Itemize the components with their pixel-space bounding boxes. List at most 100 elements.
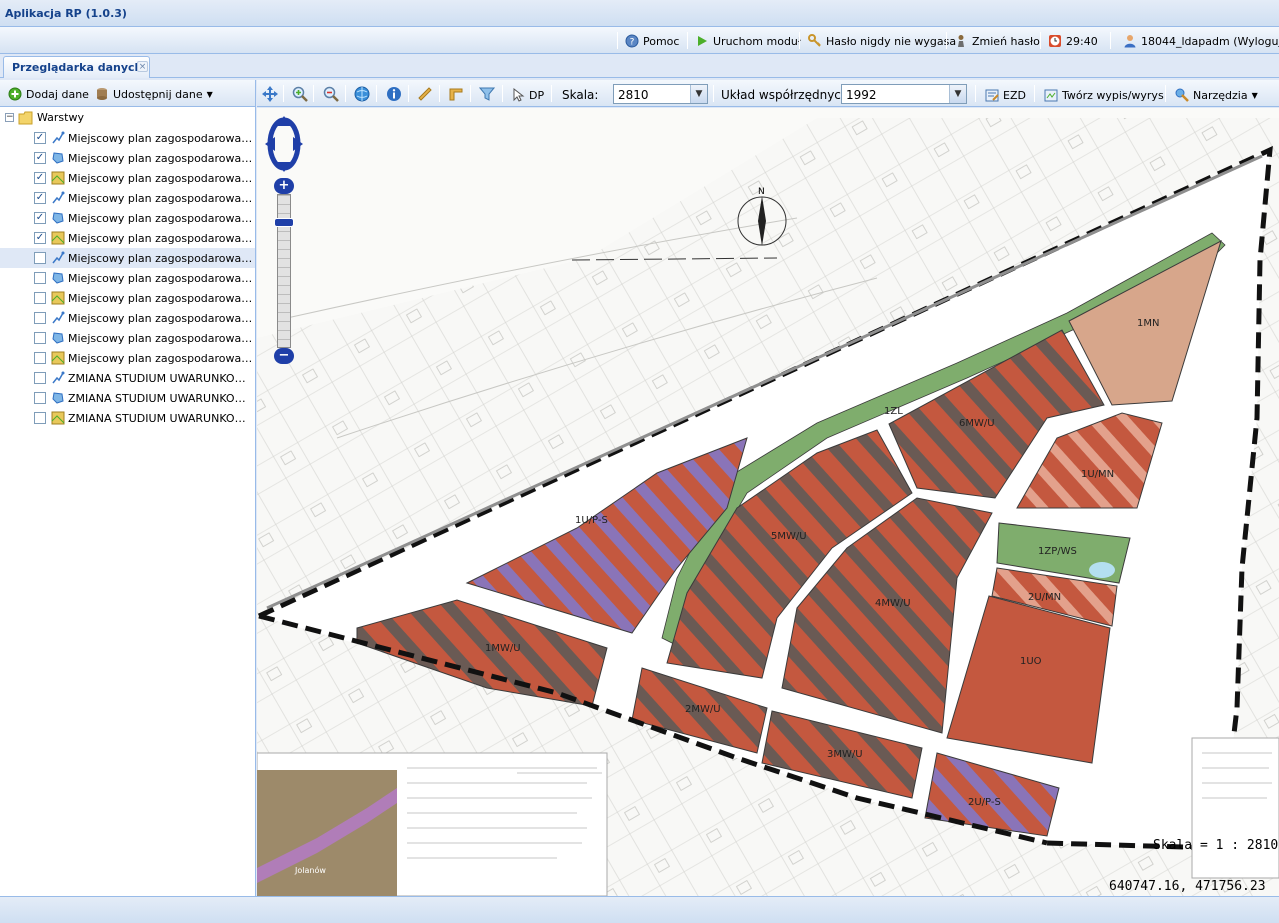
user-logout-button[interactable]: 18044_ldapadm (Wyloguj) bbox=[1123, 33, 1279, 49]
zoom-in-icon bbox=[292, 86, 308, 102]
line-icon bbox=[51, 311, 65, 325]
coordinates-readout: 640747.16, 471756.23 bbox=[1109, 879, 1266, 894]
polygon-icon bbox=[51, 391, 65, 405]
help-button[interactable]: ? Pomoc bbox=[625, 33, 679, 49]
layer-checkbox[interactable] bbox=[34, 412, 46, 424]
play-icon bbox=[698, 36, 707, 46]
tree-root-layers[interactable]: − Warstwy bbox=[0, 108, 255, 128]
layer-checkbox[interactable]: ✓ bbox=[34, 212, 46, 224]
layer-checkbox[interactable]: ✓ bbox=[34, 192, 46, 204]
layer-checkbox[interactable] bbox=[34, 272, 46, 284]
line-icon bbox=[51, 191, 65, 205]
polygon-icon bbox=[51, 151, 65, 165]
raster-icon bbox=[51, 171, 65, 185]
map-canvas[interactable]: N 1MN 6MW/U 1U/MN 5MW/U 1ZP/WS 2U/MN 4MW… bbox=[257, 108, 1279, 896]
change-password-button[interactable]: Zmień hasło bbox=[954, 33, 1040, 49]
zone-label-1UMN: 1U/MN bbox=[1081, 469, 1114, 480]
layer-label: Miejscowy plan zagospodarowania p... bbox=[68, 332, 254, 345]
dp-button[interactable]: DP bbox=[511, 87, 544, 103]
password-expiry-button[interactable]: Hasło nigdy nie wygasa bbox=[808, 33, 956, 49]
layer-row[interactable]: ✓ Miejscowy plan zagospodarowania p... bbox=[0, 148, 255, 168]
layer-row[interactable]: ✓ Miejscowy plan zagospodarowania p... bbox=[0, 168, 255, 188]
run-module-button[interactable]: Uruchom moduł bbox=[695, 33, 801, 49]
separator bbox=[1110, 32, 1111, 49]
layer-checkbox[interactable] bbox=[34, 352, 46, 364]
inset-village-label: Jolanów bbox=[294, 865, 326, 875]
chevron-down-icon[interactable]: ▼ bbox=[949, 85, 966, 103]
scale-value: 2810 bbox=[618, 88, 649, 102]
measure-distance-button[interactable] bbox=[415, 84, 435, 103]
polygon-icon bbox=[51, 211, 65, 225]
help-icon: ? bbox=[625, 34, 639, 48]
layer-checkbox[interactable]: ✓ bbox=[34, 152, 46, 164]
layer-row[interactable]: Miejscowy plan zagospodarowania p... bbox=[0, 328, 255, 348]
layer-checkbox[interactable] bbox=[34, 332, 46, 344]
layer-row[interactable]: ZMIANA STUDIUM UWARUNKOWAŃ ... bbox=[0, 408, 255, 428]
tools-menu-button[interactable]: Narzędzia ▼ bbox=[1175, 87, 1258, 103]
key-icon bbox=[808, 34, 821, 47]
plan-title-block bbox=[1191, 737, 1279, 879]
zoom-in-button[interactable] bbox=[290, 84, 310, 103]
layer-row[interactable]: ✓ Miejscowy plan zagospodarowania p... bbox=[0, 128, 255, 148]
app-title-bar: Aplikacja RP (1.0.3) bbox=[0, 0, 1279, 27]
chevron-down-icon[interactable]: ▼ bbox=[690, 85, 707, 103]
tab-label: Przeglądarka danych bbox=[12, 61, 143, 74]
layer-label: Miejscowy plan zagospodarowania p... bbox=[68, 172, 254, 185]
layer-checkbox[interactable] bbox=[34, 392, 46, 404]
pond bbox=[1089, 562, 1115, 578]
layer-checkbox[interactable] bbox=[34, 372, 46, 384]
layer-row[interactable]: Miejscowy plan zagospodarowania p... bbox=[0, 288, 255, 308]
layer-checkbox[interactable]: ✓ bbox=[34, 232, 46, 244]
scale-readout: Skala = 1 : 2810 bbox=[1153, 838, 1279, 853]
zoom-in-icon[interactable]: + bbox=[274, 178, 294, 194]
separator bbox=[502, 85, 503, 102]
layer-row[interactable]: Miejscowy plan zagospodarowania p... bbox=[0, 268, 255, 288]
pan-button[interactable] bbox=[260, 84, 280, 103]
layer-checkbox[interactable] bbox=[34, 292, 46, 304]
map-document-icon bbox=[1044, 89, 1058, 102]
tree-root-label: Warstwy bbox=[37, 111, 84, 124]
layer-row[interactable]: ✓ Miejscowy plan zagospodarowania p... bbox=[0, 188, 255, 208]
ezd-button[interactable]: EZD bbox=[985, 87, 1026, 103]
separator bbox=[1040, 32, 1041, 49]
scale-combobox[interactable]: 2810 ▼ bbox=[613, 84, 708, 104]
share-data-button[interactable]: Udostępnij dane ▼ bbox=[95, 86, 213, 102]
layer-row[interactable]: ZMIANA STUDIUM UWARUNKOWAŃ ... bbox=[0, 388, 255, 408]
crs-combobox[interactable]: 1992 ▼ bbox=[841, 84, 967, 104]
zoom-slider[interactable]: + − bbox=[274, 178, 294, 364]
zoom-handle[interactable] bbox=[274, 218, 294, 227]
identify-button[interactable] bbox=[384, 84, 404, 103]
zone-label-2MWU: 2MW/U bbox=[685, 704, 721, 715]
separator bbox=[975, 85, 976, 102]
measure-area-button[interactable] bbox=[446, 84, 466, 103]
separator bbox=[1165, 85, 1166, 102]
separator bbox=[946, 32, 947, 49]
layer-checkbox[interactable] bbox=[34, 312, 46, 324]
collapse-icon[interactable]: − bbox=[5, 113, 14, 122]
add-data-button[interactable]: Dodaj dane bbox=[8, 86, 89, 102]
map-view[interactable]: N 1MN 6MW/U 1U/MN 5MW/U 1ZP/WS 2U/MN 4MW… bbox=[257, 108, 1279, 896]
layer-row[interactable]: Miejscowy plan zagospodarowania p... bbox=[0, 248, 255, 268]
layer-label: Miejscowy plan zagospodarowania p... bbox=[68, 192, 254, 205]
create-extract-button[interactable]: Twórz wypis/wyrys bbox=[1044, 87, 1164, 103]
pan-control[interactable] bbox=[265, 116, 303, 172]
layer-row[interactable]: Miejscowy plan zagospodarowania p... bbox=[0, 348, 255, 368]
filter-button[interactable] bbox=[477, 84, 497, 103]
layer-row[interactable]: ✓ Miejscowy plan zagospodarowania p... bbox=[0, 228, 255, 248]
globe-icon bbox=[354, 86, 370, 101]
zoom-out-icon[interactable]: − bbox=[274, 348, 294, 364]
tab-data-browser[interactable]: Przeglądarka danych × bbox=[3, 56, 150, 78]
layer-row[interactable]: ✓ Miejscowy plan zagospodarowania p... bbox=[0, 208, 255, 228]
pan-arrows-icon bbox=[262, 85, 278, 102]
zoom-out-button[interactable] bbox=[321, 84, 341, 103]
layer-label: ZMIANA STUDIUM UWARUNKOWAŃ ... bbox=[68, 392, 254, 405]
tab-close-icon[interactable]: × bbox=[137, 61, 148, 72]
layer-row[interactable]: ZMIANA STUDIUM UWARUNKOWAŃ ... bbox=[0, 368, 255, 388]
layer-checkbox[interactable]: ✓ bbox=[34, 132, 46, 144]
zone-label-3MWU: 3MW/U bbox=[827, 749, 863, 760]
folder-icon bbox=[18, 111, 33, 125]
layer-row[interactable]: Miejscowy plan zagospodarowania p... bbox=[0, 308, 255, 328]
layer-checkbox[interactable] bbox=[34, 252, 46, 264]
layer-checkbox[interactable]: ✓ bbox=[34, 172, 46, 184]
full-extent-button[interactable] bbox=[352, 84, 372, 103]
